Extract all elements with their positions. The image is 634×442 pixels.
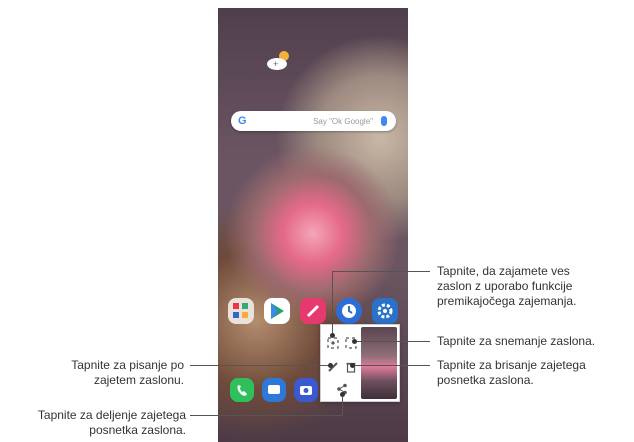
extended-capture-icon[interactable] — [327, 337, 339, 349]
play-store-icon[interactable] — [264, 298, 290, 324]
dock — [230, 378, 318, 402]
messages-icon[interactable] — [262, 378, 286, 402]
pen-icon[interactable] — [300, 298, 326, 324]
weather-icon[interactable]: + — [264, 48, 294, 72]
folder-icon[interactable] — [228, 298, 254, 324]
callout-dot — [328, 363, 333, 368]
callout-line — [342, 394, 343, 415]
callout-dot — [350, 363, 355, 368]
callout-dot — [352, 339, 357, 344]
mic-icon[interactable] — [381, 116, 387, 126]
scroll-capture-label: Tapnite, da zajamete ves zaslon z uporab… — [437, 264, 577, 308]
google-icon: G — [238, 115, 247, 127]
callout-dot — [340, 392, 345, 397]
phone-icon[interactable] — [230, 378, 254, 402]
delete-label: Tapnite za brisanje zajetega posnetka za… — [437, 358, 586, 387]
callout-line — [332, 271, 333, 333]
callout-line — [352, 365, 430, 366]
google-search-bar[interactable]: G Say "Ok Google" — [231, 111, 396, 131]
write-label: Tapnite za pisanje po zajetem zaslonu. — [71, 358, 184, 387]
callout-line — [190, 365, 330, 366]
settings-icon[interactable] — [372, 298, 398, 324]
capture-label: Tapnite za snemanje zaslona. — [437, 334, 596, 348]
app-row — [228, 298, 398, 324]
share-label: Tapnite za deljenje zajetega posnetka za… — [37, 408, 186, 437]
callout-line — [354, 341, 430, 342]
callout-line — [190, 415, 342, 416]
svg-text:+: + — [273, 59, 278, 69]
screenshot-thumbnail[interactable] — [361, 327, 397, 399]
search-placeholder: Say "Ok Google" — [313, 116, 373, 126]
camera-icon[interactable] — [294, 378, 318, 402]
clock-icon[interactable] — [336, 298, 362, 324]
callout-line — [332, 271, 430, 272]
callout-dot — [330, 333, 335, 338]
